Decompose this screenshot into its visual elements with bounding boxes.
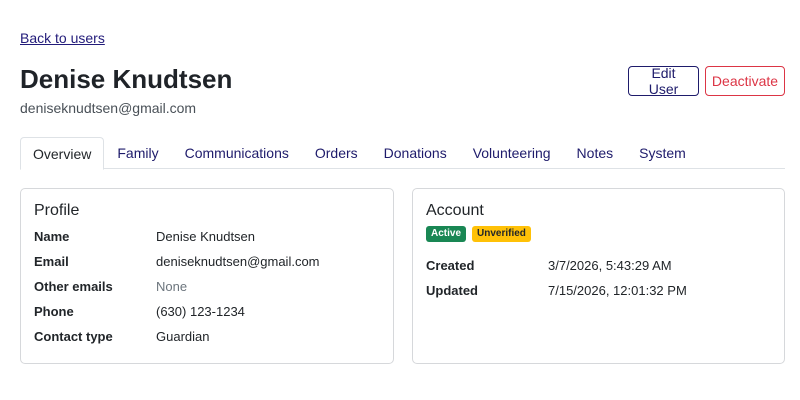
user-email-subtitle: deniseknudtsen@gmail.com <box>20 100 197 116</box>
field-value: deniseknudtsen@gmail.com <box>156 254 320 269</box>
tab-communications[interactable]: Communications <box>172 137 302 169</box>
field-value: 7/15/2026, 12:01:32 PM <box>548 283 687 298</box>
field-label: Email <box>34 254 69 269</box>
field-value: 3/7/2026, 5:43:29 AM <box>548 258 672 273</box>
header-actions: Edit User Deactivate <box>628 65 785 97</box>
account-badges: Active Unverified <box>426 226 531 242</box>
field-label: Created <box>426 258 475 273</box>
deactivate-button[interactable]: Deactivate <box>705 66 785 96</box>
field-value: None <box>156 279 188 294</box>
status-badge-active: Active <box>426 226 467 242</box>
tab-notes[interactable]: Notes <box>564 137 627 169</box>
account-card-title: Account <box>426 202 484 219</box>
tab-orders[interactable]: Orders <box>302 137 371 169</box>
tab-family[interactable]: Family <box>104 137 171 169</box>
field-value: Guardian <box>156 329 210 344</box>
tab-overview[interactable]: Overview <box>20 137 105 170</box>
field-value: Denise Knudtsen <box>156 229 256 244</box>
field-value: (630) 123-1234 <box>156 304 245 319</box>
account-card: Account Active Unverified Created 3/7/20… <box>412 188 785 364</box>
field-label: Updated <box>426 283 478 298</box>
tab-bar: Overview Family Communications Orders Do… <box>20 137 785 170</box>
tab-system[interactable]: System <box>626 137 699 169</box>
tab-donations[interactable]: Donations <box>371 137 460 169</box>
back-to-users-link[interactable]: Back to users <box>20 30 105 46</box>
profile-card-title: Profile <box>34 202 80 219</box>
field-label: Contact type <box>34 329 113 344</box>
tab-volunteering[interactable]: Volunteering <box>460 137 564 169</box>
field-label: Phone <box>34 304 74 319</box>
status-badge-unverified: Unverified <box>472 226 531 242</box>
page-title: Denise Knudtsen <box>20 64 233 94</box>
field-label: Other emails <box>34 279 113 294</box>
field-label: Name <box>34 229 70 244</box>
profile-card: Profile Name Denise Knudtsen Email denis… <box>20 188 394 364</box>
edit-user-button[interactable]: Edit User <box>628 65 699 97</box>
